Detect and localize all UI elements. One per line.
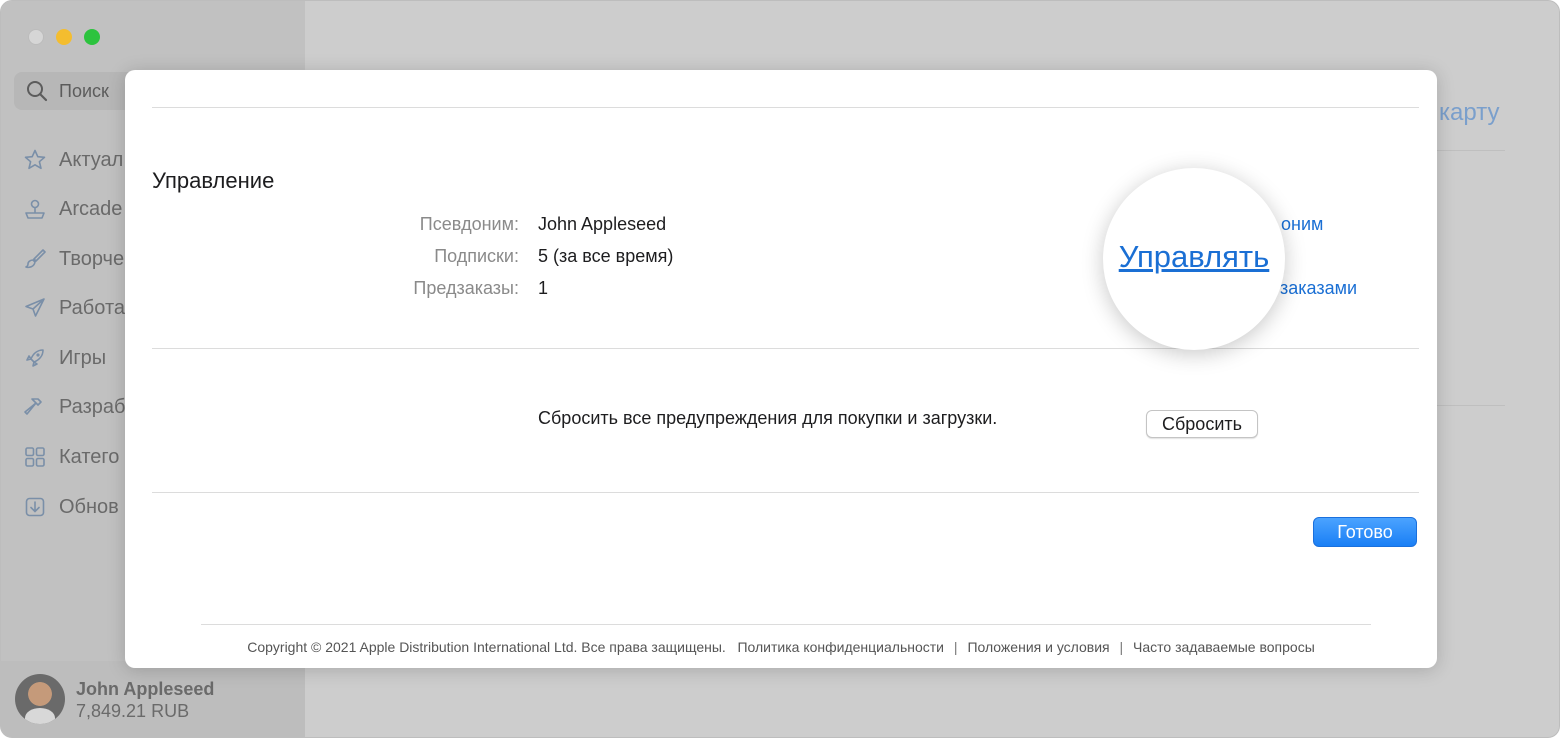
- hammer-icon: [24, 398, 42, 415]
- sidebar-item-label: Актуал: [59, 148, 124, 171]
- magnifier-callout: Управлять: [1103, 168, 1285, 350]
- background-divider: [1437, 405, 1505, 406]
- background-divider: [1437, 150, 1505, 151]
- divider: [152, 492, 1419, 493]
- sidebar-item-discover[interactable]: Актуал: [23, 144, 123, 176]
- maximize-window-button[interactable]: [84, 29, 100, 45]
- footer: Copyright © 2021 Apple Distribution Inte…: [125, 639, 1437, 655]
- sidebar-item-label: Работа: [59, 296, 125, 319]
- search-icon: [27, 81, 48, 102]
- divider: [152, 348, 1419, 349]
- edit-nickname-link[interactable]: оним: [1281, 214, 1323, 235]
- avatar: [15, 674, 65, 724]
- download-icon: [25, 497, 45, 517]
- section-title: Управление: [152, 168, 275, 193]
- sidebar-item-updates[interactable]: Обнов: [23, 491, 119, 523]
- nickname-label: Псевдоним:: [419, 214, 519, 234]
- sidebar-item-categories[interactable]: Катего: [23, 441, 119, 473]
- reset-warnings-text: Сбросить все предупреждения для покупки …: [538, 408, 998, 428]
- app-window: Поиск Актуал Arcade Творче Работа Игры Р…: [0, 0, 1560, 738]
- joystick-icon: [25, 199, 45, 219]
- sidebar-item-work[interactable]: Работа: [23, 292, 125, 324]
- copyright-text: Copyright © 2021 Apple Distribution Inte…: [247, 639, 726, 655]
- account-button[interactable]: John Appleseed 7,849.21 RUB: [1, 661, 305, 737]
- minimize-window-button[interactable]: [56, 29, 72, 45]
- account-info-dialog: Управление Псевдоним: John Appleseed они…: [125, 70, 1437, 668]
- footer-separator: |: [953, 639, 958, 655]
- manage-preorders-link[interactable]: заказами: [1280, 278, 1357, 299]
- sidebar-item-label: Разраб: [59, 395, 126, 418]
- search-placeholder: Поиск: [59, 80, 109, 101]
- user-balance: 7,849.21 RUB: [76, 701, 190, 721]
- sidebar-item-label: Катего: [59, 445, 120, 468]
- sidebar-item-games[interactable]: Игры: [23, 342, 106, 374]
- background-link[interactable]: карту: [1439, 99, 1499, 127]
- rocket-icon: [26, 349, 44, 367]
- terms-link[interactable]: Положения и условия: [967, 639, 1109, 655]
- nickname-value: John Appleseed: [538, 214, 667, 234]
- close-window-button[interactable]: [28, 29, 44, 45]
- privacy-policy-link[interactable]: Политика конфиденциальности: [737, 639, 944, 655]
- subscriptions-value: 5 (за все время): [538, 246, 674, 266]
- sidebar-item-label: Arcade: [59, 197, 123, 220]
- subscriptions-label: Подписки:: [434, 246, 519, 266]
- star-icon: [24, 149, 46, 170]
- divider: [152, 107, 1419, 108]
- paper-plane-icon: [25, 298, 45, 317]
- footer-separator: |: [1119, 639, 1124, 655]
- manage-subscriptions-link[interactable]: Управлять: [1119, 239, 1270, 275]
- user-name: John Appleseed: [76, 679, 215, 699]
- sidebar-item-label: Игры: [59, 346, 107, 369]
- sidebar-item-create[interactable]: Творче: [23, 243, 124, 275]
- brush-icon: [25, 249, 46, 269]
- faq-link[interactable]: Часто задаваемые вопросы: [1133, 639, 1315, 655]
- sidebar-item-label: Творче: [59, 247, 125, 270]
- reset-button[interactable]: Сбросить: [1146, 410, 1258, 438]
- grid-icon: [25, 447, 45, 467]
- sidebar-item-arcade[interactable]: Arcade: [23, 193, 122, 225]
- preorders-label: Предзаказы:: [413, 278, 519, 298]
- done-button[interactable]: Готово: [1313, 517, 1417, 547]
- footer-divider: [201, 624, 1371, 625]
- sidebar-item-label: Обнов: [59, 495, 119, 518]
- sidebar-item-develop[interactable]: Разраб: [23, 391, 125, 423]
- preorders-value: 1: [538, 278, 549, 298]
